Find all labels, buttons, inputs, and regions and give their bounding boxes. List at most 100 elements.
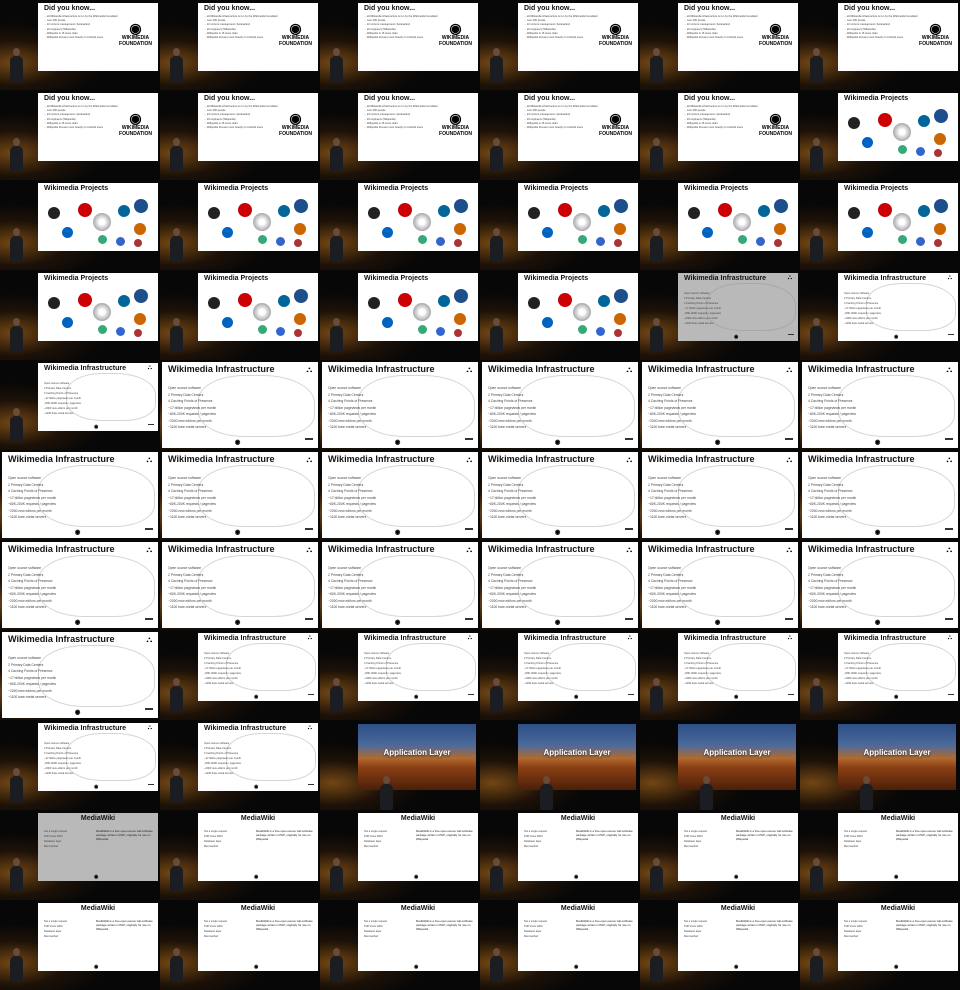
- video-frame: MediaWiki ▭ Not a single request PHP since …: [160, 900, 320, 990]
- speaker-head: [13, 318, 20, 326]
- speaker-body: [810, 326, 823, 352]
- presentation-slide: Wikimedia Infrastructure ⛬ Open source sof…: [2, 542, 158, 628]
- project-logo-icon: [278, 295, 290, 307]
- video-frame: Wikimedia Projects: [160, 180, 320, 270]
- project-logo-icon: [848, 207, 860, 219]
- wikimedia-logo-icon: ◉: [734, 334, 739, 340]
- wikimedia-foundation-logo: ◉: [875, 620, 881, 627]
- slide-title: Wikimedia Infrastructure: [488, 544, 595, 554]
- bullet-item: Memcached: [204, 935, 219, 938]
- page-indicator: [465, 438, 473, 441]
- wikimedia-logo-icon: ◉: [289, 110, 302, 126]
- video-frame: Did you know... ... all Wikipedia infrast…: [480, 0, 640, 90]
- video-frame: Wikimedia Infrastructure ⛬ Open source sof…: [320, 450, 480, 540]
- wikimedia-infra-icon: ⛬: [787, 635, 792, 641]
- slide-bullets: Not a single request PHP since 2003 Databa…: [524, 919, 568, 939]
- speaker-head: [13, 138, 20, 146]
- wikimedia-logo-icon: ◉: [449, 20, 462, 36]
- project-logo-icon: [578, 235, 587, 244]
- slide-bullets: ... all Wikipedia infrastructure is run …: [44, 15, 118, 40]
- project-logo-icon: [558, 293, 572, 307]
- project-logo-icon: [934, 109, 948, 123]
- slide-title: Did you know...: [204, 5, 256, 12]
- project-logo-icon: [294, 289, 308, 303]
- video-frame: Did you know... ... all Wikipedia infrast…: [0, 90, 160, 180]
- slide-bullets: Not a single request PHP since 2003 Databa…: [844, 919, 888, 939]
- presentation-slide: Application Layer: [838, 724, 956, 790]
- slide-title: MediaWiki: [240, 815, 276, 822]
- speaker-head: [13, 948, 20, 956]
- slide-title: Application Layer: [703, 747, 771, 757]
- speaker-head: [383, 776, 390, 784]
- speaker-head: [493, 678, 500, 686]
- bullet-item: Memcached: [364, 845, 379, 848]
- speaker-body: [10, 146, 23, 172]
- video-frame: Application Layer: [480, 720, 640, 810]
- video-frame: MediaWiki ▭ Not a single request PHP since …: [480, 810, 640, 900]
- project-logo-icon: [62, 317, 73, 328]
- slide-title: MediaWiki: [720, 905, 756, 912]
- bullet-item: ... Wikipedia focuses most heavily on An…: [524, 126, 584, 130]
- slide-bullets: ... all Wikipedia infrastructure is run …: [524, 15, 598, 40]
- project-logo-icon: [278, 205, 290, 217]
- video-frame: MediaWiki ▭ Not a single request PHP since …: [320, 900, 480, 990]
- project-logo-icon: [718, 203, 732, 217]
- slide-bullets: Open source software 2 Primary Data Cente…: [8, 475, 80, 521]
- project-logo-icon: [528, 297, 540, 309]
- slide-bullets: Open source software 2 Primary Data Cente…: [328, 385, 400, 431]
- presentation-slide: Wikimedia Infrastructure ⛬ Open source sof…: [198, 633, 318, 701]
- speaker-body: [10, 56, 23, 82]
- presentation-slide: Did you know... ... all Wikipedia infrast…: [678, 93, 798, 161]
- mediawiki-description: MediaWiki is a free open-source wiki sof…: [256, 919, 313, 931]
- wikimedia-infra-icon: ⛬: [626, 454, 632, 464]
- wikimedia-foundation-logo: ◉: [75, 710, 81, 717]
- video-frame: Wikimedia Infrastructure ⛬ Open source sof…: [320, 540, 480, 630]
- speaker-body: [10, 956, 23, 982]
- wikimedia-logo-icon: ◉: [574, 874, 579, 880]
- presentation-slide: Wikimedia Projects: [518, 183, 638, 251]
- video-frame: Wikimedia Infrastructure ⛬ Open source sof…: [480, 630, 640, 720]
- video-frame: MediaWiki ▭ Not a single request PHP since …: [640, 810, 800, 900]
- presentation-slide: MediaWiki ▭ Not a single request PHP since …: [38, 903, 158, 971]
- speaker-head: [493, 948, 500, 956]
- project-logo-icon: [573, 213, 591, 231]
- presentation-slide: Wikimedia Projects: [678, 183, 798, 251]
- mediawiki-description: MediaWiki is a free open-source wiki sof…: [896, 919, 953, 931]
- speaker-body: [330, 686, 343, 712]
- project-logo-icon: [253, 213, 271, 231]
- speaker-head: [333, 858, 340, 866]
- bullet-item: ... Wikipedia focuses most heavily on An…: [684, 126, 744, 130]
- slide-bullets: Open source software 2 Primary Data Cente…: [648, 385, 720, 431]
- wikimedia-logo-icon: ◉: [609, 110, 622, 126]
- slide-bullets: Open source software 2 Primary Data Cente…: [648, 475, 720, 521]
- bullet-item: Memcached: [204, 845, 219, 848]
- speaker-head: [653, 138, 660, 146]
- speaker-body: [170, 866, 183, 892]
- wikimedia-logo-icon: ◉: [734, 694, 739, 700]
- bullet-item: Memcached: [364, 935, 379, 938]
- bullet-item: ~1100 bare-metal servers: [328, 605, 367, 610]
- speaker-body: [10, 416, 23, 442]
- bullet-item: Memcached: [684, 845, 699, 848]
- speaker-body: [330, 866, 343, 892]
- project-logo-icon: [62, 227, 73, 238]
- speaker-body: [170, 146, 183, 172]
- speaker-body: [170, 686, 183, 712]
- wikimedia-infra-icon: ⛬: [306, 544, 312, 554]
- bullet-item: ~1100 bare-metal servers: [808, 425, 847, 430]
- page-indicator: [145, 708, 153, 711]
- bullet-item: ~1100 bare-metal servers: [648, 515, 687, 520]
- video-frame: Did you know... ... all Wikipedia infrast…: [160, 90, 320, 180]
- project-logo-icon: [238, 203, 252, 217]
- slide-bullets: Open source software 2 Primary Data Cente…: [488, 475, 560, 521]
- wikimedia-infra-icon: ⛬: [947, 275, 952, 281]
- logo-subtext: FOUNDATION: [599, 41, 632, 47]
- slide-title: Wikimedia Infrastructure: [808, 454, 915, 464]
- project-logo-icon: [878, 113, 892, 127]
- mediawiki-version-badge: ▭: [908, 815, 915, 822]
- project-logo-icon: [398, 203, 412, 217]
- video-frame: Wikimedia Infrastructure ⛬ Open source sof…: [0, 720, 160, 810]
- video-frame: Wikimedia Infrastructure ⛬ Open source sof…: [800, 450, 960, 540]
- speaker-head: [653, 318, 660, 326]
- video-frame: Did you know... ... all Wikipedia infrast…: [320, 0, 480, 90]
